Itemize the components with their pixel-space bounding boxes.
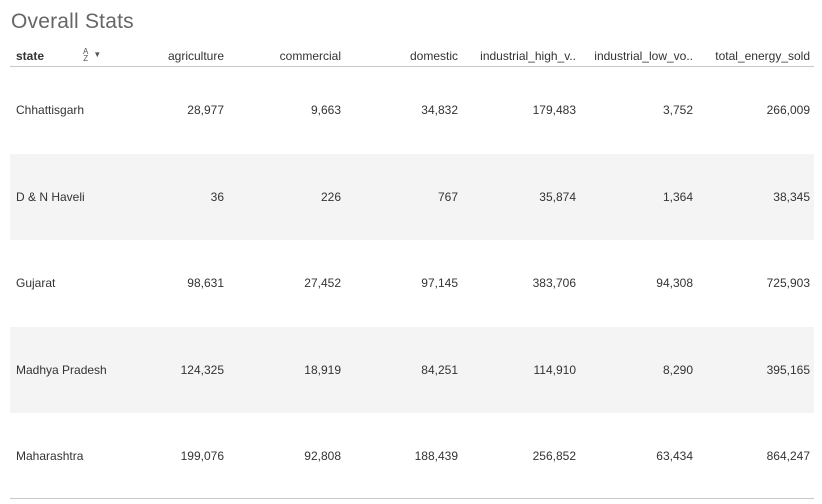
cell-industrial-low: 94,308 — [656, 276, 693, 291]
cell-domestic: 34,832 — [421, 103, 458, 117]
cell-agriculture: 199,076 — [180, 449, 224, 464]
column-header-industrial-high[interactable]: industrial_high_v.. — [464, 49, 576, 63]
cell-domestic: 97,145 — [421, 276, 458, 291]
cell-industrial-high: 114,910 — [533, 362, 577, 377]
cell-state: D & N Haveli — [16, 189, 85, 204]
cell-industrial-high: 35,874 — [539, 189, 576, 204]
column-header-total-energy-sold[interactable]: total_energy_sold — [715, 49, 810, 63]
cell-industrial-low: 63,434 — [656, 449, 693, 464]
cell-domestic: 188,439 — [414, 449, 458, 464]
cell-total-energy-sold: 266,009 — [766, 103, 810, 117]
column-header-industrial-low[interactable]: industrial_low_vo.. — [581, 49, 693, 63]
cell-state: Madhya Pradesh — [16, 362, 107, 377]
table-row: Madhya Pradesh 124,325 18,919 84,251 114… — [10, 326, 814, 414]
cell-industrial-high: 179,483 — [532, 103, 576, 117]
column-header-state[interactable]: state — [16, 49, 44, 63]
cell-industrial-low: 3,752 — [662, 103, 693, 117]
cell-commercial: 9,663 — [310, 103, 341, 117]
cell-agriculture: 124,325 — [180, 362, 224, 377]
sort-icon[interactable]: A Z ▼ — [83, 47, 101, 63]
cell-state: Chhattisgarh — [16, 103, 85, 117]
cell-industrial-high: 256,852 — [532, 449, 576, 464]
sort-az-icon: AZ — [83, 47, 89, 63]
table-row: D & N Haveli 36 226 767 35,874 1,364 38,… — [10, 153, 814, 241]
stats-table: state A Z ▼ agriculture commercial domesti… — [10, 44, 814, 500]
cell-commercial: 18,919 — [304, 362, 341, 377]
cell-total-energy-sold: 864,247 — [766, 449, 810, 464]
cell-commercial: 226 — [320, 189, 341, 204]
column-header-agriculture[interactable]: agriculture — [168, 49, 224, 63]
cell-agriculture: 28,977 — [187, 103, 224, 117]
cell-industrial-low: 8,290 — [662, 362, 693, 377]
table-row: Maharashtra 199,076 92,808 188,439 256,8… — [10, 413, 814, 500]
cell-domestic: 767 — [437, 189, 458, 204]
table-header: state A Z ▼ agriculture commercial domesti… — [10, 44, 814, 67]
cell-total-energy-sold: 38,345 — [773, 189, 810, 204]
cell-state: Maharashtra — [16, 449, 84, 464]
cell-total-energy-sold: 725,903 — [766, 276, 810, 291]
column-header-commercial[interactable]: commercial — [280, 49, 341, 63]
cell-state: Gujarat — [16, 276, 56, 291]
cell-total-energy-sold: 395,165 — [766, 362, 810, 377]
cell-industrial-high: 383,706 — [532, 276, 576, 291]
cell-commercial: 27,452 — [304, 276, 341, 291]
column-header-domestic[interactable]: domestic — [410, 49, 458, 63]
cell-commercial: 92,808 — [304, 449, 341, 464]
table-row: Chhattisgarh 28,977 9,663 34,832 179,483… — [10, 67, 814, 154]
cell-agriculture: 98,631 — [187, 276, 224, 291]
page-title: Overall Stats — [11, 10, 134, 33]
cell-agriculture: 36 — [210, 189, 224, 204]
table-bottom-border — [10, 498, 814, 499]
cell-industrial-low: 1,364 — [662, 189, 693, 204]
cell-domestic: 84,251 — [421, 362, 458, 377]
chevron-down-icon[interactable]: ▼ — [93, 51, 101, 59]
table-row: Gujarat 98,631 27,452 97,145 383,706 94,… — [10, 240, 814, 327]
